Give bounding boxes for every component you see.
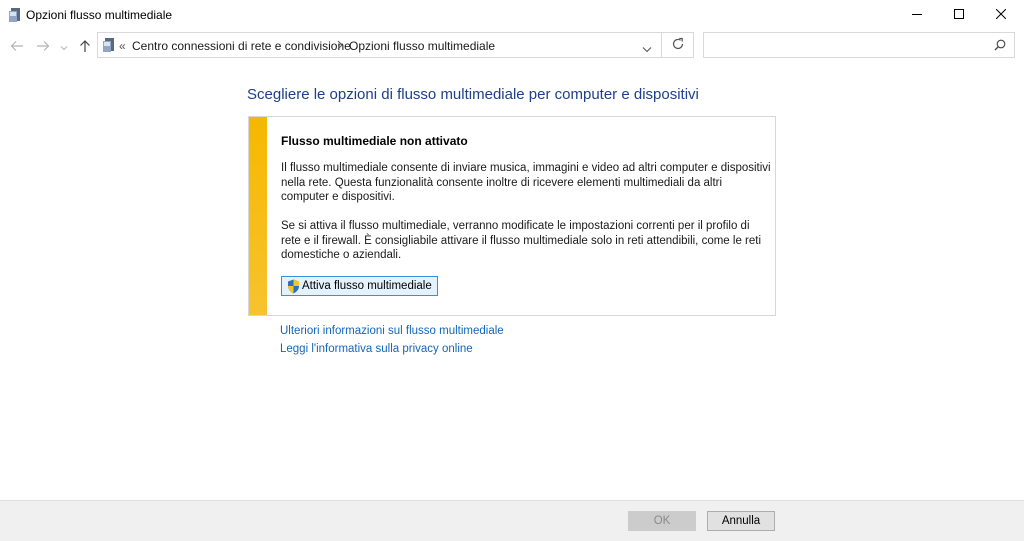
refresh-button[interactable] <box>662 32 694 58</box>
privacy-statement-link[interactable]: Leggi l'informativa sulla privacy online <box>280 343 473 355</box>
activate-streaming-button[interactable]: Attiva flusso multimediale <box>281 276 438 296</box>
maximize-button[interactable] <box>936 0 982 30</box>
ok-button[interactable]: OK <box>628 511 696 531</box>
more-info-link[interactable]: Ulteriori informazioni sul flusso multim… <box>280 325 504 337</box>
close-icon <box>995 8 1007 22</box>
close-button[interactable] <box>978 0 1024 30</box>
arrow-right-icon <box>36 40 50 55</box>
minimize-button[interactable] <box>894 0 940 30</box>
up-button[interactable] <box>75 38 95 56</box>
search-icon <box>994 39 1006 54</box>
panel-title: Flusso multimediale non attivato <box>281 134 468 148</box>
breadcrumb-overflow[interactable]: « <box>119 39 126 53</box>
address-dropdown-icon[interactable] <box>642 42 652 56</box>
breadcrumb-network-center[interactable]: Centro connessioni di rete e condivision… <box>132 39 351 53</box>
refresh-icon <box>671 37 685 54</box>
chevron-down-icon <box>60 40 68 54</box>
dialog-footer: OK Annulla <box>0 500 1024 541</box>
address-bar[interactable]: « Centro connessioni di rete e condivisi… <box>97 32 662 58</box>
page-heading: Scegliere le opzioni di flusso multimedi… <box>247 86 699 103</box>
breadcrumb-separator-icon[interactable] <box>337 39 343 53</box>
back-button[interactable] <box>7 38 27 56</box>
arrow-left-icon <box>10 40 24 55</box>
uac-shield-icon <box>287 279 300 294</box>
warning-stripe <box>249 117 267 315</box>
search-input[interactable] <box>703 32 1015 58</box>
recent-locations-button[interactable] <box>58 38 70 56</box>
minimize-icon <box>912 8 922 22</box>
maximize-icon <box>954 8 964 22</box>
cancel-button[interactable]: Annulla <box>707 511 775 531</box>
breadcrumb-media-options[interactable]: Opzioni flusso multimediale <box>349 39 495 53</box>
title-bar: Opzioni flusso multimediale <box>0 0 1024 30</box>
window-title: Opzioni flusso multimediale <box>26 8 173 22</box>
panel-warning-text: Se si attiva il flusso multimediale, ver… <box>281 220 762 261</box>
arrow-up-icon <box>79 39 91 56</box>
media-streaming-icon <box>8 7 22 23</box>
panel-description: Il flusso multimediale consente di invia… <box>281 162 771 203</box>
media-streaming-icon <box>102 37 116 56</box>
activate-streaming-label: Attiva flusso multimediale <box>302 280 432 292</box>
forward-button[interactable] <box>33 38 53 56</box>
